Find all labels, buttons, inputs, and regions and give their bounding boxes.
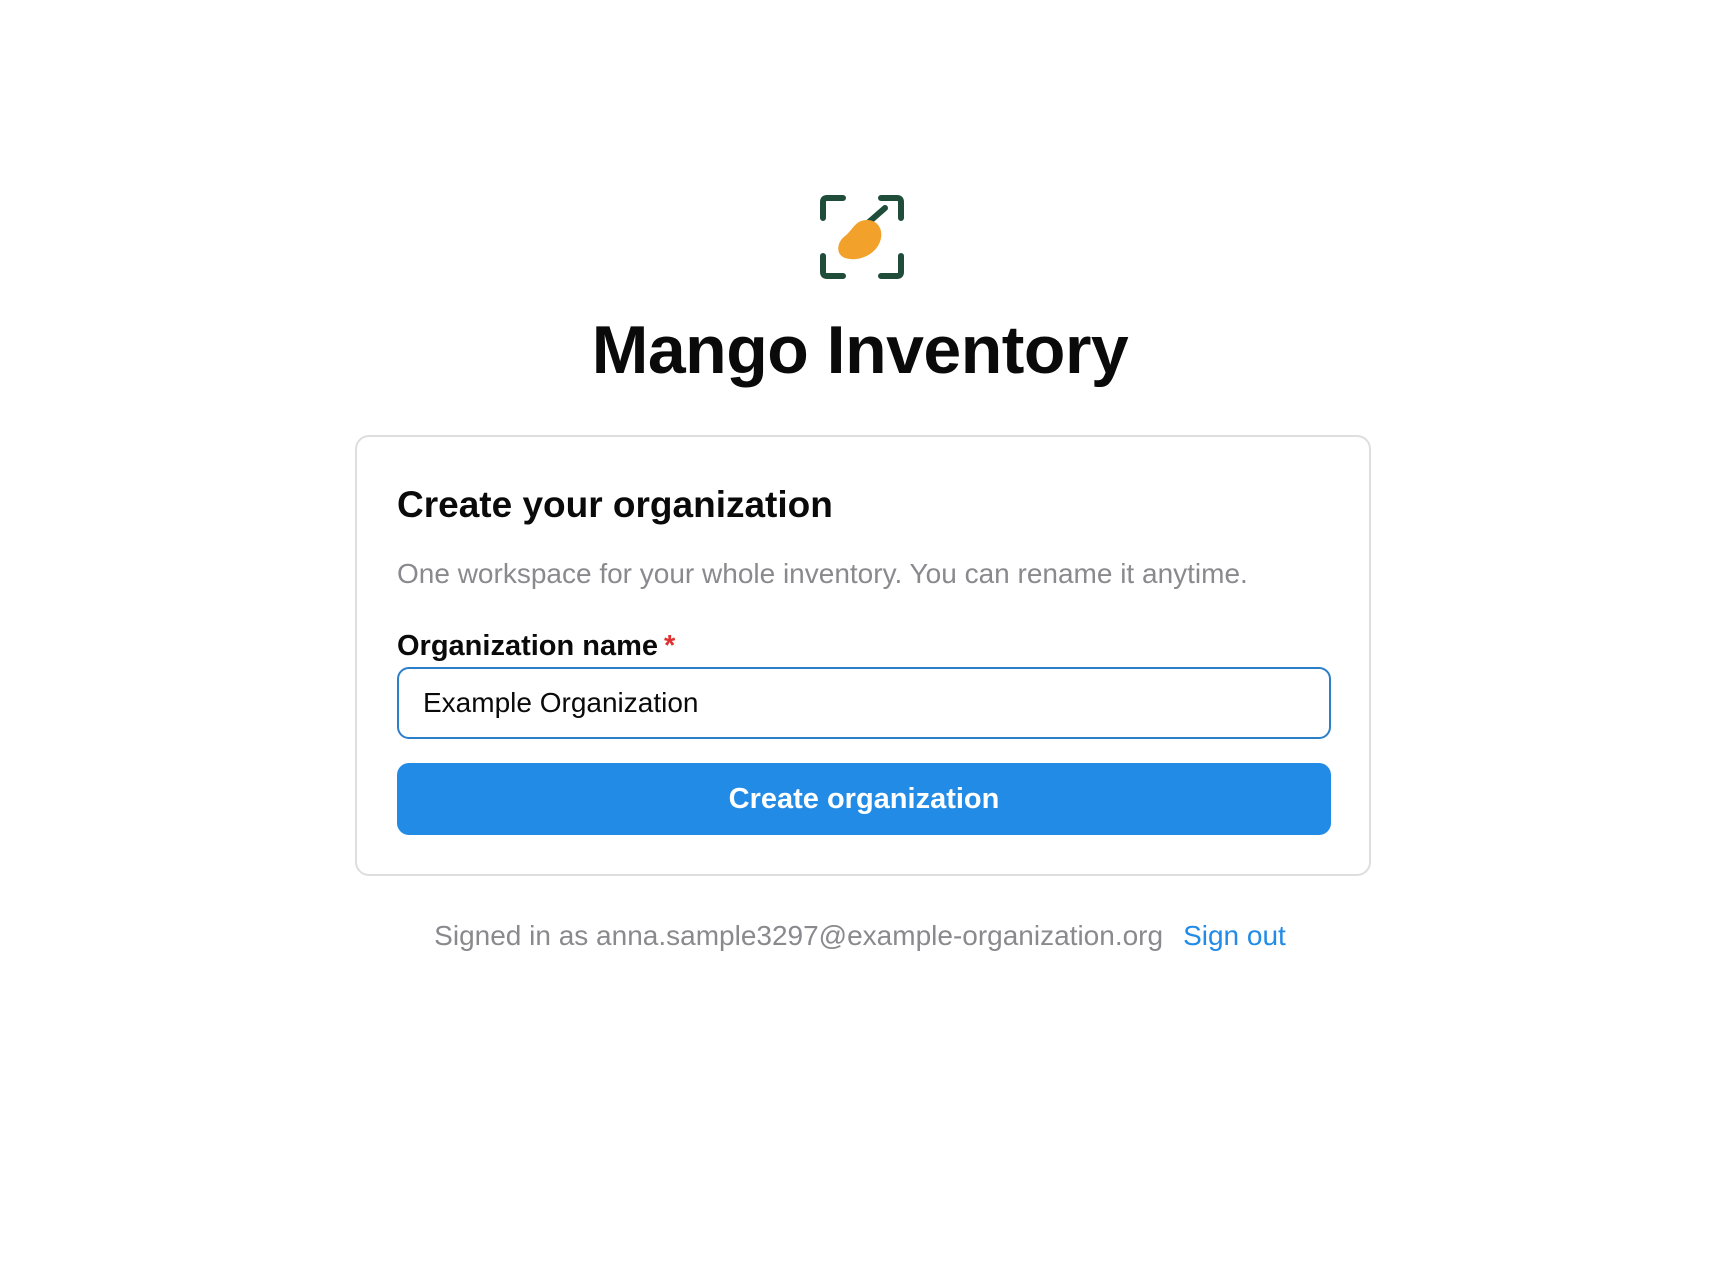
required-mark: * <box>664 630 676 662</box>
organization-name-input[interactable] <box>397 667 1331 739</box>
organization-name-label-text: Organization name <box>397 630 659 662</box>
create-organization-card: Create your organization One workspace f… <box>355 435 1371 876</box>
create-organization-button[interactable]: Create organization <box>397 763 1331 835</box>
organization-name-label: Organization name * <box>397 627 675 665</box>
mango-scan-icon <box>819 194 905 280</box>
app-title: Mango Inventory <box>591 312 1129 388</box>
card-title: Create your organization <box>397 484 833 525</box>
account-footer: Signed in as anna.sample3297@example-org… <box>0 916 1720 956</box>
onboarding-page: Mango Inventory Create your organization… <box>0 0 1720 1280</box>
card-description: One workspace for your whole inventory. … <box>397 558 1248 589</box>
signed-in-text: Signed in as anna.sample3297@example-org… <box>434 920 1164 951</box>
sign-out-link[interactable]: Sign out <box>1183 920 1286 951</box>
